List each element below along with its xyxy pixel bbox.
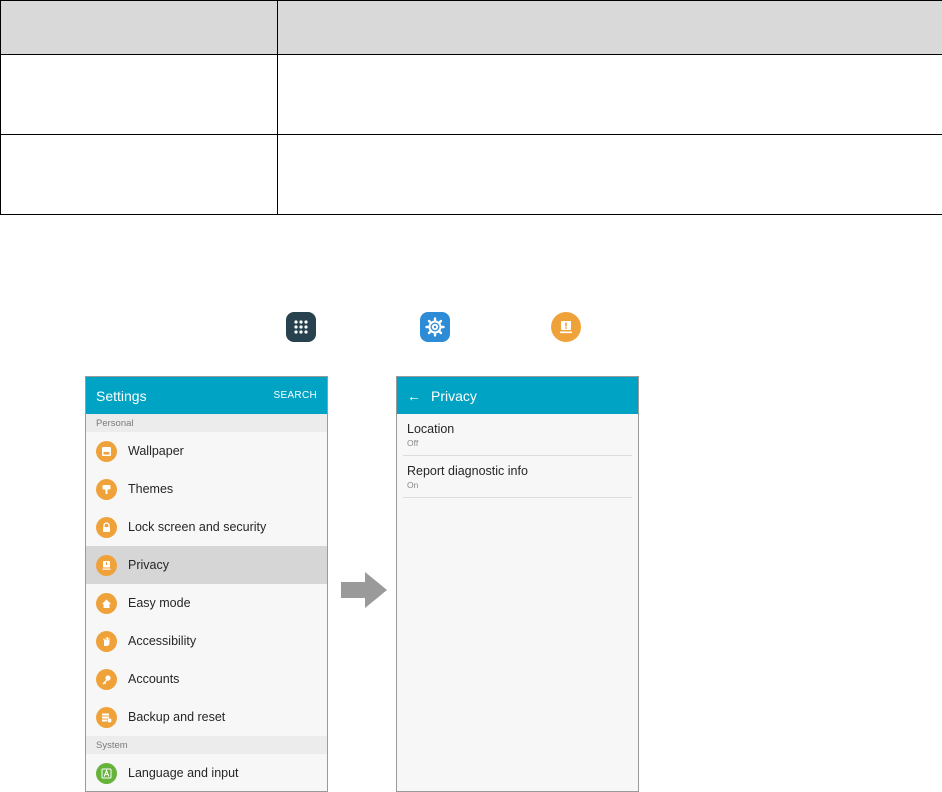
settings-gear-icon: [420, 312, 450, 342]
settings-item-label: Wallpaper: [128, 444, 184, 458]
settings-item-wallpaper[interactable]: Wallpaper: [86, 432, 327, 470]
settings-item-privacy[interactable]: Privacy: [86, 546, 327, 584]
settings-item-label: Accessibility: [128, 634, 197, 648]
table-cell: [0, 134, 278, 215]
pref-item-location[interactable]: Location Off: [403, 414, 632, 456]
pref-item-status: On: [407, 480, 419, 490]
table-cell: [277, 134, 942, 215]
search-button[interactable]: SEARCH: [274, 390, 317, 401]
privacy-screen: ← Privacy Location Off Report diagnostic…: [396, 376, 639, 792]
settings-item-label: Accounts: [128, 672, 180, 686]
easy-mode-icon: [96, 592, 117, 614]
settings-item-accounts[interactable]: Accounts: [86, 660, 327, 698]
settings-item-label: Backup and reset: [128, 710, 226, 724]
privacy-icon: [551, 312, 581, 342]
accessibility-icon: [96, 630, 117, 652]
themes-icon: [96, 478, 117, 500]
table-cell: [277, 54, 942, 135]
settings-item-themes[interactable]: Themes: [86, 470, 327, 508]
language-icon: [96, 762, 117, 784]
settings-screen: Settings SEARCH Personal Wallpaper Theme…: [85, 376, 328, 792]
section-header-personal: Personal: [86, 414, 327, 432]
pref-item-title: Report diagnostic info: [407, 464, 528, 478]
settings-item-label: Themes: [128, 482, 174, 496]
settings-item-label: Privacy: [128, 558, 169, 572]
pref-item-report-diagnostic[interactable]: Report diagnostic info On: [403, 456, 632, 498]
settings-title: Settings: [96, 387, 147, 404]
back-arrow-icon[interactable]: ←: [407, 388, 421, 404]
settings-item-label: Easy mode: [128, 596, 191, 610]
key-icon: [96, 668, 117, 690]
info-table: [0, 0, 942, 215]
settings-item-accessibility[interactable]: Accessibility: [86, 622, 327, 660]
settings-item-backup-reset[interactable]: Backup and reset: [86, 698, 327, 736]
settings-item-lock-screen[interactable]: Lock screen and security: [86, 508, 327, 546]
lock-icon: [96, 516, 117, 538]
settings-item-label: Language and input: [128, 766, 239, 780]
section-header-system: System: [86, 736, 327, 754]
settings-app-bar: Settings SEARCH: [86, 377, 327, 414]
table-header-cell: [277, 0, 942, 55]
table-header-row: [0, 0, 942, 55]
pref-item-status: Off: [407, 438, 419, 448]
table-row: [0, 134, 942, 215]
document-page: Settings SEARCH Personal Wallpaper Theme…: [0, 0, 942, 792]
table-row: [0, 54, 942, 135]
settings-item-label: Lock screen and security: [128, 520, 267, 534]
backup-icon: [96, 706, 117, 728]
wallpaper-icon: [96, 440, 117, 462]
table-cell: [0, 54, 278, 135]
settings-item-language-input[interactable]: Language and input: [86, 754, 327, 791]
privacy-app-bar: ← Privacy: [397, 377, 638, 414]
privacy-title: Privacy: [431, 387, 477, 404]
table-header-cell: [0, 0, 278, 55]
settings-item-easy-mode[interactable]: Easy mode: [86, 584, 327, 622]
privacy-icon: [96, 554, 117, 576]
pref-item-title: Location: [407, 422, 455, 436]
arrow-right-icon: [341, 572, 387, 608]
apps-grid-icon: [286, 312, 316, 342]
